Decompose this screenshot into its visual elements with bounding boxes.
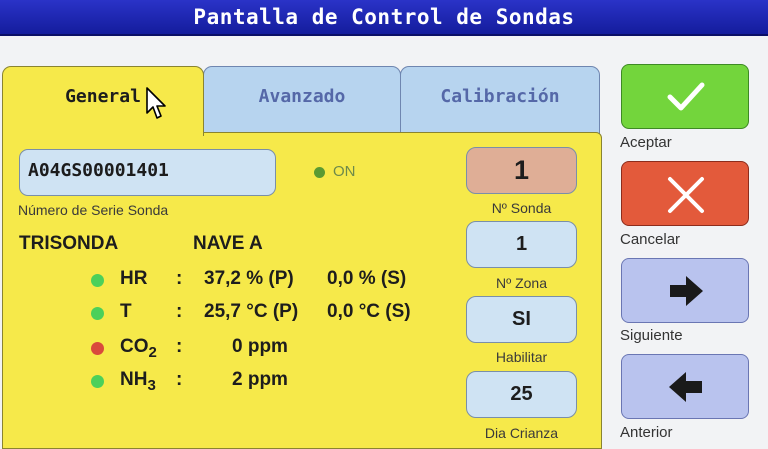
check-icon: [667, 82, 705, 111]
reading-name: NH3: [120, 369, 156, 394]
cancel-label: Cancelar: [620, 231, 681, 248]
tab-calibracion-label: Calibración: [440, 86, 560, 107]
serial-number-caption: Número de Serie Sonda: [18, 202, 169, 218]
reading-primary: 2 ppm: [232, 369, 288, 390]
reading-primary: 37,2 % (P): [204, 268, 294, 289]
reading-name: CO2: [120, 336, 157, 361]
probe-location: NAVE A: [193, 233, 263, 254]
reading-colon: :: [176, 268, 183, 289]
reading-colon: :: [176, 369, 183, 390]
cancel-button[interactable]: [621, 161, 749, 226]
accept-label: Aceptar: [620, 134, 672, 151]
zone-number-caption: Nº Zona: [495, 275, 548, 291]
breeding-day-caption: Dia Crianza: [484, 425, 559, 441]
tab-general-label: General: [65, 86, 141, 107]
reading-name: HR: [120, 268, 148, 289]
next-label: Siguiente: [620, 327, 683, 344]
serial-number-field[interactable]: A04GS00001401: [19, 149, 276, 196]
reading-secondary: 0,0 % (S): [327, 268, 407, 289]
reading-status-dot: [91, 274, 104, 287]
probe-number-caption: Nº Sonda: [491, 200, 552, 216]
next-button[interactable]: [621, 258, 749, 323]
breeding-day-field[interactable]: 25: [466, 371, 577, 418]
tab-calibracion[interactable]: Calibración: [400, 66, 600, 134]
reading-status-dot: [91, 307, 104, 320]
probe-number-field[interactable]: 1: [466, 147, 577, 194]
reading-secondary: 0,0 °C (S): [327, 301, 411, 322]
previous-label: Anterior: [620, 424, 673, 441]
title-bar: Pantalla de Control de Sondas: [0, 0, 768, 36]
reading-primary: 25,7 °C (P): [204, 301, 299, 322]
status-indicator: ON: [314, 163, 356, 180]
general-panel: A04GS00001401 Número de Serie Sonda ON T…: [2, 132, 602, 449]
tab-general[interactable]: General: [2, 66, 204, 136]
reading-primary: 0 ppm: [232, 336, 288, 357]
reading-colon: :: [176, 336, 183, 357]
status-dot-icon: [314, 166, 325, 178]
enable-field[interactable]: SI: [466, 296, 577, 343]
tab-avanzado[interactable]: Avanzado: [203, 66, 401, 134]
mouse-cursor-icon: [146, 87, 166, 119]
window-title: Pantalla de Control de Sondas: [193, 5, 575, 29]
status-label: ON: [333, 163, 356, 180]
x-icon: [668, 177, 704, 213]
reading-subscript: 2: [148, 343, 157, 361]
enable-caption: Habilitar: [495, 349, 548, 365]
reading-name: T: [120, 301, 132, 322]
arrow-left-icon: [669, 372, 702, 402]
reading-status-dot: [91, 375, 104, 388]
zone-number-field[interactable]: 1: [466, 221, 577, 268]
arrow-right-icon: [670, 276, 703, 306]
tab-avanzado-label: Avanzado: [258, 86, 346, 107]
accept-button[interactable]: [621, 64, 749, 129]
reading-status-dot: [91, 342, 104, 355]
reading-colon: :: [176, 301, 183, 322]
reading-subscript: 3: [147, 376, 156, 394]
previous-button[interactable]: [621, 354, 749, 419]
probe-type: TRISONDA: [19, 233, 119, 254]
